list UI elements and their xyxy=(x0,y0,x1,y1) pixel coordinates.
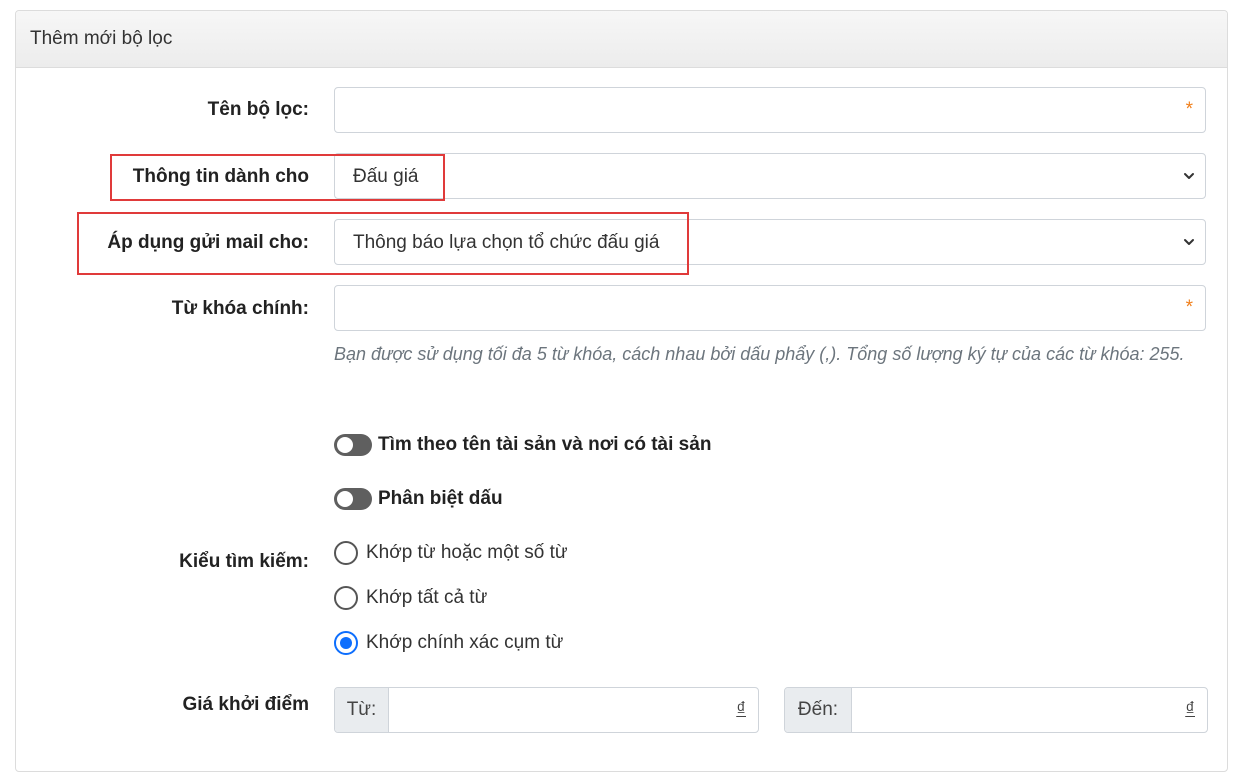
toggle-switch[interactable] xyxy=(334,488,372,510)
toggle-diacritics[interactable]: Phân biệt dấu xyxy=(334,488,503,510)
price-to-prefix: Đến: xyxy=(785,688,852,732)
currency-symbol: ₫ xyxy=(736,699,746,720)
highlight-box-apply-mail xyxy=(77,212,689,275)
keywords-input[interactable]: * xyxy=(334,285,1206,331)
highlight-box-info-for xyxy=(110,154,445,201)
keywords-label: Từ khóa chính: xyxy=(171,298,309,319)
toggle-search-asset-name[interactable]: Tìm theo tên tài sản và nơi có tài sản xyxy=(334,434,711,456)
radio-label: Khớp tất cả từ xyxy=(366,587,488,608)
radio-button-checked[interactable] xyxy=(334,631,358,655)
radio-button[interactable] xyxy=(334,541,358,565)
toggle-label: Phân biệt dấu xyxy=(378,488,503,509)
toggle-label: Tìm theo tên tài sản và nơi có tài sản xyxy=(378,434,712,455)
starting-price-label: Giá khởi điểm xyxy=(182,694,310,715)
search-type-label: Kiểu tìm kiếm: xyxy=(179,551,309,572)
currency-symbol: ₫ xyxy=(1185,699,1195,720)
keywords-hint: Bạn được sử dụng tối đa 5 từ khóa, cách … xyxy=(334,344,1185,364)
panel-title: Thêm mới bộ lọc xyxy=(16,11,1227,68)
price-to-input[interactable]: Đến: ₫ xyxy=(784,687,1208,733)
chevron-down-icon xyxy=(1184,173,1194,179)
chevron-down-icon xyxy=(1184,239,1194,245)
radio-dot xyxy=(340,637,352,649)
required-mark: * xyxy=(1185,297,1193,318)
radio-label: Khớp từ hoặc một số từ xyxy=(366,542,568,563)
filter-name-label: Tên bộ lọc: xyxy=(207,99,309,120)
radio-option-any-words[interactable]: Khớp từ hoặc một số từ xyxy=(334,541,568,565)
radio-label: Khớp chính xác cụm từ xyxy=(366,632,564,653)
price-from-prefix: Từ: xyxy=(335,688,389,732)
info-for-select[interactable]: Đấu giá xyxy=(334,153,1206,199)
filter-name-input[interactable]: * xyxy=(334,87,1206,133)
radio-option-exact-phrase[interactable]: Khớp chính xác cụm từ xyxy=(334,631,563,655)
toggle-switch[interactable] xyxy=(334,434,372,456)
radio-option-all-words[interactable]: Khớp tất cả từ xyxy=(334,586,487,610)
required-mark: * xyxy=(1185,99,1193,120)
toggle-knob xyxy=(337,491,353,507)
price-from-input[interactable]: Từ: ₫ xyxy=(334,687,759,733)
radio-button[interactable] xyxy=(334,586,358,610)
toggle-knob xyxy=(337,437,353,453)
